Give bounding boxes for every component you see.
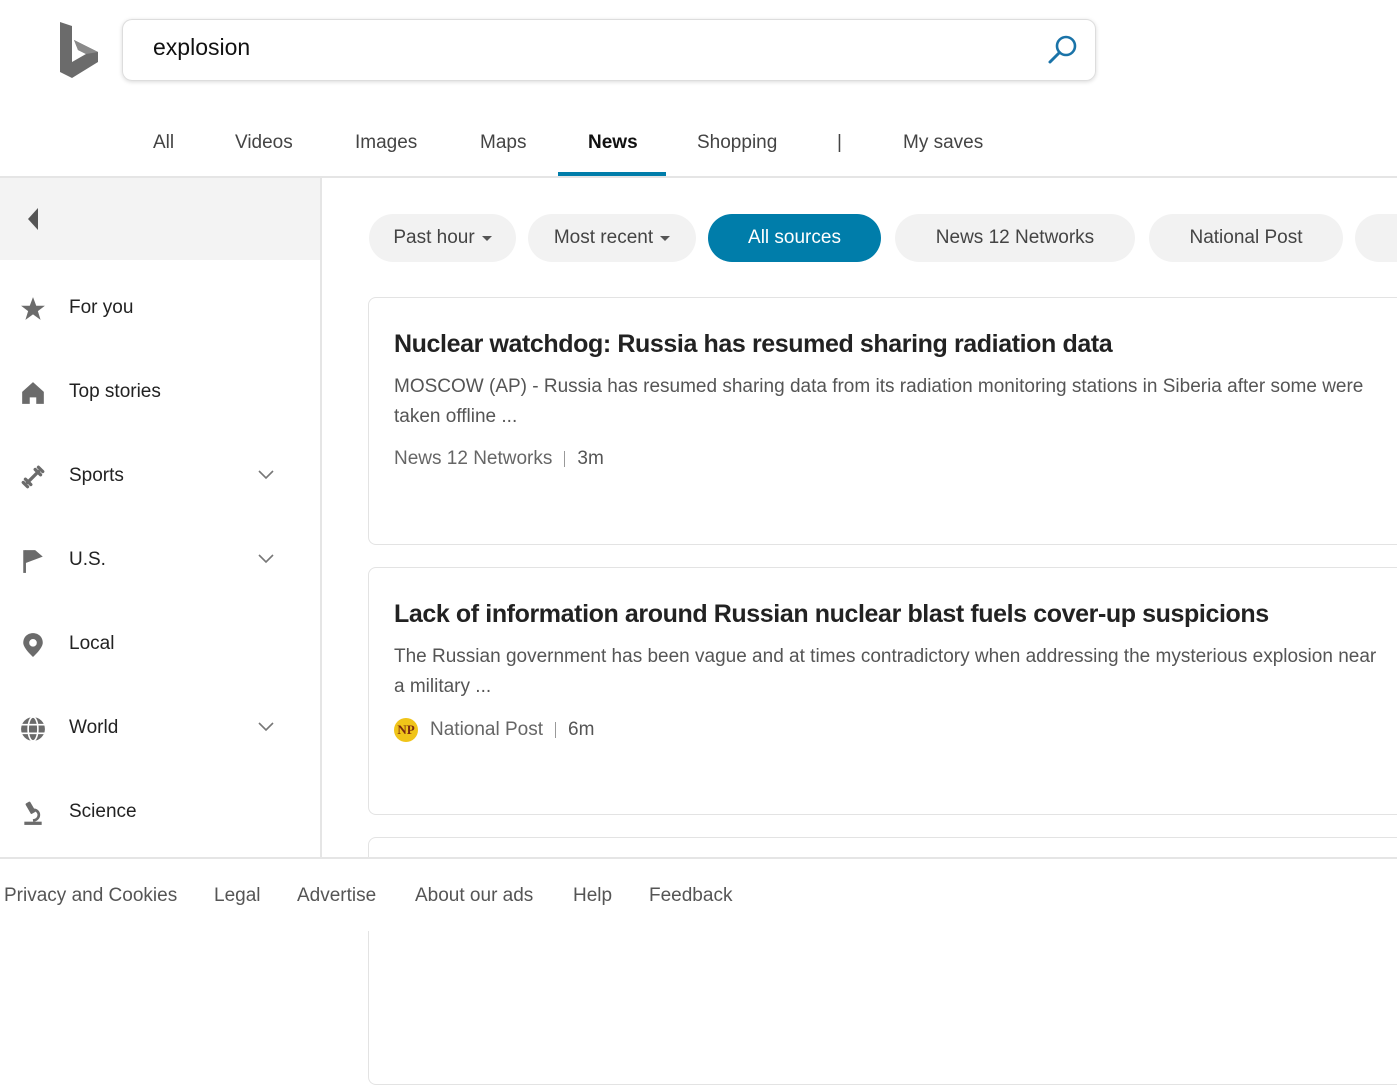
chevron-left-icon: [28, 208, 38, 230]
sidebar-item-label: Local: [69, 633, 115, 654]
flag-icon: [23, 550, 43, 573]
microscope-icon: [24, 801, 42, 825]
sidebar-item-label: Sports: [69, 465, 124, 486]
news-list: Nuclear watchdog: Russia has resumed sha…: [368, 297, 1397, 1085]
sidebar-item-label: World: [69, 717, 119, 738]
sort-label: Most recent: [553, 227, 654, 248]
home-icon: [22, 382, 44, 404]
tab-news[interactable]: News: [588, 132, 638, 154]
news-card[interactable]: Lack of information around Russian nucle…: [368, 567, 1397, 815]
active-tab-indicator: [558, 172, 666, 176]
article-time: 6m: [568, 719, 595, 740]
sidebar-item-label: U.S.: [69, 549, 106, 570]
article-title[interactable]: Lack of information around Russian nucle…: [394, 596, 1387, 632]
article-meta: News 12 Networks 3m: [394, 448, 1387, 470]
sidebar-item-label: For you: [69, 297, 134, 318]
article-snippet: The Russian government has been vague an…: [394, 646, 1377, 697]
sidebar-item-us[interactable]: U.S.: [0, 540, 320, 580]
footer-link-help[interactable]: Help: [573, 885, 612, 907]
article-snippet: MOSCOW (AP) - Russia has resumed sharing…: [394, 376, 1364, 427]
star-icon: [21, 297, 45, 320]
sidebar-item-for-you[interactable]: For you: [0, 288, 320, 328]
news-card[interactable]: Nuclear watchdog: Russia has resumed sha…: [368, 297, 1397, 545]
sidebar-item-label: Top stories: [69, 381, 161, 402]
footer: Privacy and Cookies Legal Advertise Abou…: [0, 857, 1397, 931]
sidebar-item-local[interactable]: Local: [0, 624, 320, 664]
article-time: 3m: [577, 448, 604, 469]
sort-dropdown[interactable]: Most recent: [528, 214, 696, 262]
tab-videos[interactable]: Videos: [235, 132, 293, 154]
sidebar-item-sports[interactable]: Sports: [0, 456, 320, 496]
article-title[interactable]: Nuclear watchdog: Russia has resumed sha…: [394, 326, 1387, 362]
caret-down-icon: [481, 235, 492, 241]
chevron-down-icon[interactable]: [257, 552, 275, 564]
national-post-logo: NP: [394, 718, 418, 742]
collapse-sidebar-button[interactable]: [0, 178, 320, 260]
source-filter-news12[interactable]: News 12 Networks: [895, 214, 1135, 262]
tab-images[interactable]: Images: [355, 132, 417, 154]
time-filter-dropdown[interactable]: Past hour: [369, 214, 516, 262]
source-filter-national-post[interactable]: National Post: [1149, 214, 1343, 262]
tab-my-saves[interactable]: My saves: [903, 132, 983, 154]
tab-all[interactable]: All: [153, 132, 174, 154]
footer-link-legal[interactable]: Legal: [214, 885, 261, 907]
footer-link-privacy[interactable]: Privacy and Cookies: [4, 885, 177, 907]
footer-link-about-ads[interactable]: About our ads: [415, 885, 533, 907]
footer-link-advertise[interactable]: Advertise: [297, 885, 376, 907]
source-filter-more[interactable]: [1355, 214, 1397, 262]
globe-icon: [21, 716, 45, 742]
article-source[interactable]: National Post: [430, 719, 543, 741]
tab-shopping[interactable]: Shopping: [697, 132, 777, 154]
sidebar-item-world[interactable]: World: [0, 708, 320, 748]
tab-maps[interactable]: Maps: [480, 132, 526, 154]
article-source[interactable]: News 12 Networks: [394, 448, 552, 470]
sidebar: For you Top stories Sports U.S. Local Wo…: [0, 178, 322, 858]
search-input[interactable]: [153, 34, 1033, 61]
chevron-down-icon[interactable]: [257, 720, 275, 732]
search-tabs: All Videos Images Maps News Shopping | M…: [0, 108, 1397, 178]
divider: [555, 722, 557, 738]
bing-logo[interactable]: [58, 22, 100, 78]
tab-divider: |: [837, 132, 842, 153]
dumbbell-icon: [21, 465, 45, 489]
divider: [564, 451, 566, 467]
article-meta: NP National Post 6m: [394, 718, 1387, 742]
search-icon[interactable]: [1045, 32, 1081, 68]
sidebar-item-label: Science: [69, 801, 137, 822]
sidebar-item-top-stories[interactable]: Top stories: [0, 372, 320, 412]
caret-down-icon: [660, 235, 671, 241]
search-box[interactable]: [122, 19, 1096, 81]
source-filter-all[interactable]: All sources: [708, 214, 881, 262]
footer-link-feedback[interactable]: Feedback: [649, 885, 732, 907]
time-filter-label: Past hour: [393, 227, 475, 248]
chevron-down-icon[interactable]: [257, 468, 275, 480]
location-pin-icon: [23, 633, 43, 657]
sidebar-item-science[interactable]: Science: [0, 792, 320, 832]
